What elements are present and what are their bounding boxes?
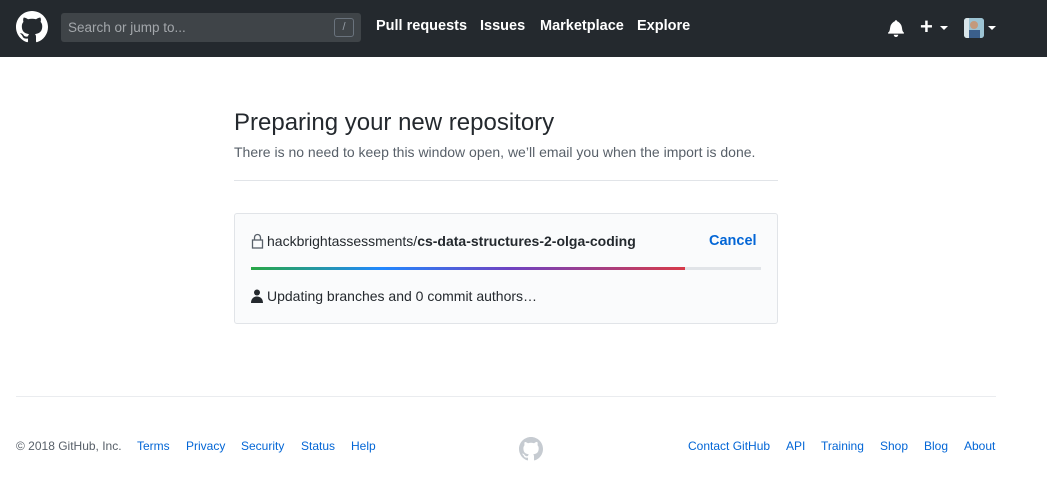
footer-link-api[interactable]: API [786, 439, 805, 453]
chevron-down-icon[interactable] [988, 26, 996, 30]
footer-link-blog[interactable]: Blog [924, 439, 948, 453]
repo-owner: hackbrightassessments/ [267, 233, 418, 249]
footer-link-privacy[interactable]: Privacy [186, 439, 225, 453]
repo-name: cs-data-structures-2-olga-coding [417, 233, 636, 249]
footer-link-about[interactable]: About [964, 439, 995, 453]
import-progress-fill [251, 267, 685, 270]
footer-link-security[interactable]: Security [241, 439, 284, 453]
github-mark-icon[interactable] [519, 437, 543, 461]
nav-marketplace[interactable]: Marketplace [540, 18, 624, 34]
search-box[interactable]: / [61, 13, 361, 42]
footer-link-status[interactable]: Status [301, 439, 335, 453]
chevron-down-icon[interactable] [940, 26, 948, 30]
nav-pull-requests[interactable]: Pull requests [376, 18, 467, 34]
github-logo-icon[interactable] [16, 11, 48, 43]
footer-link-help[interactable]: Help [351, 439, 376, 453]
cancel-button[interactable]: Cancel [709, 233, 757, 249]
nav-issues[interactable]: Issues [480, 18, 525, 34]
search-shortcut-key: / [334, 18, 354, 37]
divider [234, 180, 778, 181]
plus-icon[interactable]: + [920, 16, 933, 38]
person-icon [251, 289, 263, 303]
bell-icon[interactable] [888, 19, 904, 37]
footer-copyright: © 2018 GitHub, Inc. [16, 439, 122, 453]
repository-name: hackbrightassessments/cs-data-structures… [267, 233, 636, 249]
lock-icon [251, 233, 264, 249]
page-subtitle: There is no need to keep this window ope… [234, 144, 756, 160]
page-title: Preparing your new repository [234, 109, 555, 136]
import-progress-bar [251, 267, 761, 270]
import-progress-box: hackbrightassessments/cs-data-structures… [234, 213, 778, 324]
avatar[interactable] [964, 18, 984, 38]
footer-link-training[interactable]: Training [821, 439, 864, 453]
search-input[interactable] [61, 13, 321, 42]
footer-divider [16, 396, 996, 397]
footer-link-contact-github[interactable]: Contact GitHub [688, 439, 770, 453]
avatar-image [964, 18, 984, 38]
import-status-text: Updating branches and 0 commit authors… [267, 288, 538, 304]
top-header: / Pull requests Issues Marketplace Explo… [0, 0, 1047, 57]
footer-link-terms[interactable]: Terms [137, 439, 170, 453]
footer-link-shop[interactable]: Shop [880, 439, 908, 453]
nav-explore[interactable]: Explore [637, 18, 690, 34]
